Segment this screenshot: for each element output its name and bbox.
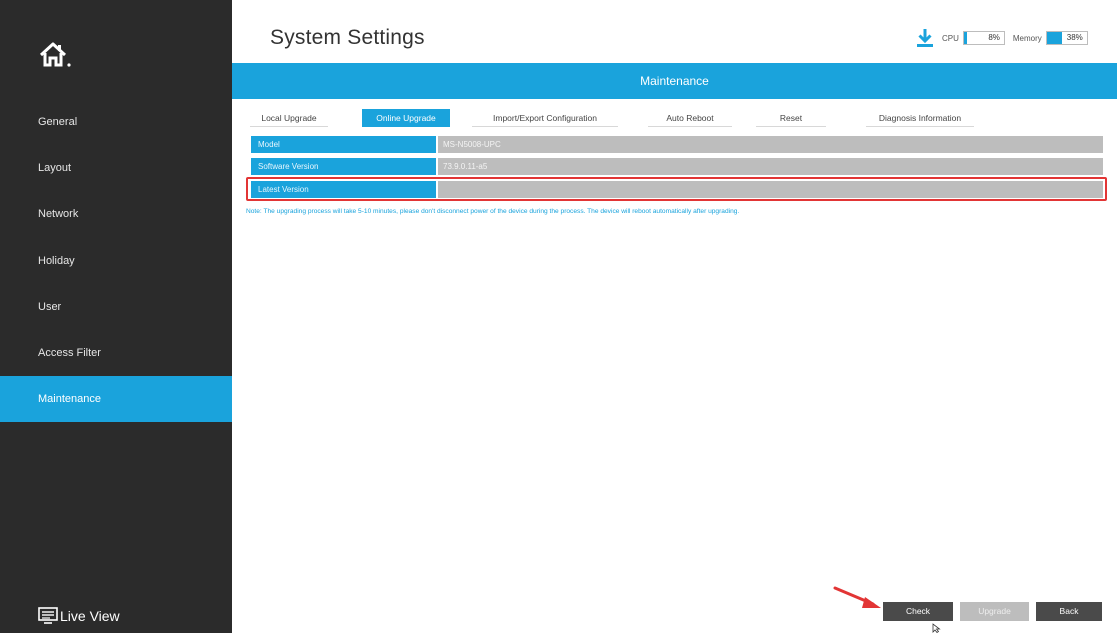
upgrade-button[interactable]: Upgrade xyxy=(960,602,1029,621)
software-version-value: 73.9.0.11-a5 xyxy=(438,158,1103,175)
sidebar: General Layout Network Holiday User Acce… xyxy=(0,0,232,633)
model-value: MS-N5008-UPC xyxy=(438,136,1103,153)
live-view-label: Live View xyxy=(60,608,120,624)
cpu-value: 8% xyxy=(988,33,1000,42)
tab-online-upgrade[interactable]: Online Upgrade xyxy=(362,109,450,127)
model-label: Model xyxy=(251,136,436,153)
memory-meter-fill xyxy=(1046,32,1062,44)
live-view-button[interactable]: Live View xyxy=(38,605,120,627)
upgrade-note: Note: The upgrading process will take 5-… xyxy=(246,208,740,215)
check-button[interactable]: Check xyxy=(883,602,953,621)
section-title-bar: Maintenance xyxy=(232,63,1117,99)
home-icon[interactable] xyxy=(38,40,74,70)
tab-auto-reboot[interactable]: Auto Reboot xyxy=(648,109,732,127)
tab-import-export-configuration[interactable]: Import/Export Configuration xyxy=(472,109,618,127)
sidebar-item-general[interactable]: General xyxy=(0,99,232,145)
software-version-label: Software Version xyxy=(251,158,436,175)
system-stats: CPU 8% Memory 38% xyxy=(916,28,1088,48)
download-icon[interactable] xyxy=(916,28,934,48)
sidebar-item-user[interactable]: User xyxy=(0,284,232,330)
tab-local-upgrade[interactable]: Local Upgrade xyxy=(250,109,328,127)
page-title: System Settings xyxy=(270,26,425,49)
sidebar-item-network[interactable]: Network xyxy=(0,191,232,237)
monitor-icon xyxy=(38,607,58,624)
cpu-meter: 8% xyxy=(962,31,1005,45)
memory-value: 38% xyxy=(1066,33,1083,42)
cpu-label: CPU xyxy=(942,33,959,43)
sidebar-item-access-filter[interactable]: Access Filter xyxy=(0,330,232,376)
sidebar-item-maintenance[interactable]: Maintenance xyxy=(0,376,232,422)
memory-label: Memory xyxy=(1012,33,1042,43)
red-arrow-icon xyxy=(833,586,881,608)
cpu-meter-fill xyxy=(963,32,968,44)
tab-diagnosis-information[interactable]: Diagnosis Information xyxy=(866,109,974,127)
back-button[interactable]: Back xyxy=(1036,602,1102,621)
sidebar-item-holiday[interactable]: Holiday xyxy=(0,238,232,284)
memory-meter: 38% xyxy=(1045,31,1088,45)
tab-reset[interactable]: Reset xyxy=(756,109,826,127)
sidebar-item-layout[interactable]: Layout xyxy=(0,145,232,191)
latest-version-highlight-box xyxy=(246,177,1107,201)
mouse-cursor-icon xyxy=(932,623,941,633)
